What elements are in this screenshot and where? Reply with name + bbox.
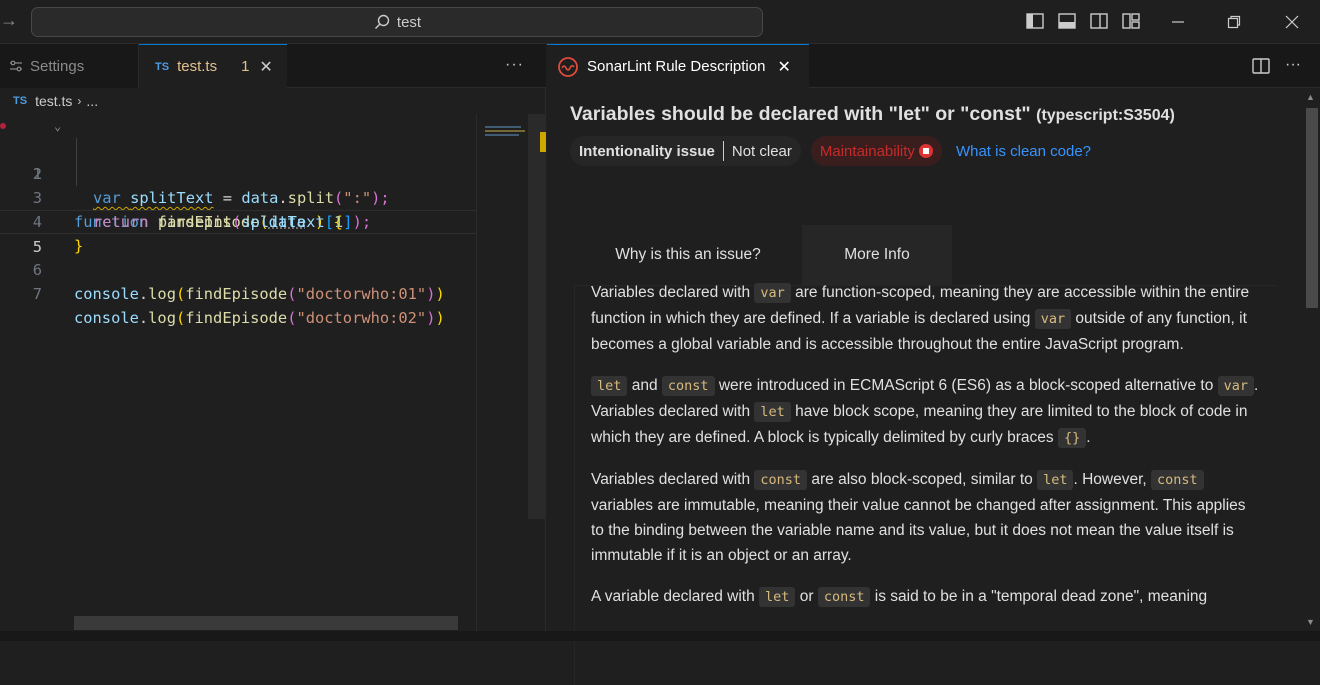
toggle-secondary-sidebar-icon[interactable]: [1089, 11, 1109, 31]
code-editor[interactable]: 1 ⌄ function findEpisode(data ) { 2 var …: [0, 114, 476, 327]
close-tab-icon[interactable]: ✕: [259, 57, 272, 77]
impact-label: Maintainability: [819, 142, 915, 160]
more-actions-icon[interactable]: ···: [1285, 56, 1301, 74]
minimap-line: [485, 134, 519, 136]
code-text: console.log(findEpisode("doctorwho:01")): [74, 285, 445, 303]
high-severity-icon: [918, 144, 933, 158]
rule-title: Variables should be declared with "let" …: [570, 103, 1175, 126]
search-text: test: [396, 13, 422, 31]
rule-title-text: Variables should be declared with "let" …: [570, 103, 1031, 125]
settings-sliders-icon: [10, 60, 22, 72]
tab-label: test.ts: [177, 58, 218, 75]
scroll-up-icon[interactable]: ▲: [1306, 92, 1315, 102]
code-line: 7 console.log(findEpisode("doctorwho:02"…: [0, 258, 476, 327]
line-number: 7: [32, 285, 42, 303]
tab-more-info[interactable]: More Info: [802, 225, 952, 285]
panel-vertical-scrollbar[interactable]: ▲ ▼: [1303, 88, 1320, 641]
paragraph: Variables declared with var are function…: [591, 283, 1250, 353]
minimap[interactable]: [476, 114, 536, 641]
breadcrumb-symbol[interactable]: ...: [86, 93, 98, 109]
title-bar: → test: [0, 0, 1320, 44]
split-editor-icon[interactable]: [1251, 56, 1271, 76]
status-bar: [0, 631, 1320, 641]
minimap-line: [485, 130, 525, 132]
close-icon: [1285, 15, 1299, 29]
clean-code-link[interactable]: What is clean code?: [956, 143, 1091, 160]
breakpoint-icon[interactable]: [0, 123, 6, 129]
rule-key: (typescript:S3504): [1036, 107, 1175, 124]
chevron-down-icon[interactable]: ⌄: [54, 114, 61, 138]
chevron-right-icon: ›: [77, 94, 82, 108]
panel-tabs: SonarLint Rule Description ✕ ···: [547, 44, 1320, 88]
editor-group: Settings TS test.ts 1 ✕ ··· TS test.ts ›…: [0, 44, 546, 641]
rule-attributes: Intentionality issue Not clear Maintaina…: [570, 136, 1091, 166]
paragraph: A variable declared with let or const is…: [591, 587, 1208, 607]
tab-label: Settings: [30, 57, 85, 75]
problem-count-badge: 1: [241, 58, 250, 75]
search-icon: [374, 14, 390, 29]
tab-why-is-this-an-issue[interactable]: Why is this an issue?: [574, 225, 802, 285]
tab-test-ts[interactable]: TS test.ts 1 ✕: [139, 44, 287, 88]
layout-controls: [1025, 11, 1141, 31]
scrollbar-warning-marker: [540, 132, 546, 152]
minimap-line: [485, 126, 521, 128]
toggle-panel-icon[interactable]: [1057, 11, 1077, 31]
paragraph: Variables declared with const are also b…: [591, 470, 1246, 564]
paragraph: let and const were introduced in ECMAScr…: [591, 376, 1259, 448]
breadcrumb-file[interactable]: test.ts: [35, 93, 72, 109]
minimize-icon: [1172, 21, 1184, 23]
attribute-value: Not clear: [731, 142, 792, 160]
sonarlint-rule-panel: SonarLint Rule Description ✕ ··· Variabl…: [547, 44, 1320, 685]
code-line-current: 5: [0, 210, 476, 256]
editor-horizontal-scrollbar[interactable]: [74, 616, 458, 630]
code-text: console.log(findEpisode("doctorwho:02")): [74, 309, 445, 327]
tab-settings[interactable]: Settings: [0, 44, 139, 88]
code-line: 6 console.log(findEpisode("doctorwho:01"…: [0, 234, 476, 303]
rule-description-content: Variables declared with var are function…: [591, 280, 1259, 626]
attribute-category: Intentionality issue: [579, 142, 715, 160]
close-window-button[interactable]: [1280, 10, 1304, 34]
scrollbar-thumb[interactable]: [1306, 108, 1318, 308]
breadcrumb: TS test.ts › ...: [13, 93, 98, 109]
scroll-down-icon[interactable]: ▼: [1306, 617, 1315, 627]
toggle-primary-sidebar-icon[interactable]: [1025, 11, 1045, 31]
minimize-button[interactable]: [1166, 10, 1190, 34]
clean-code-attribute-badge: Intentionality issue Not clear: [570, 136, 801, 166]
sonarlint-icon: [558, 56, 578, 77]
typescript-icon: TS: [13, 95, 28, 107]
editor-vertical-scrollbar[interactable]: [528, 114, 546, 519]
more-actions-icon[interactable]: ···: [505, 56, 524, 74]
command-center-search[interactable]: test: [31, 7, 763, 37]
code-line: 1 ⌄ function findEpisode(data ) {: [0, 114, 476, 231]
impact-badge: Maintainability: [810, 136, 942, 166]
rule-section-tabs: Why is this an issue? More Info: [574, 225, 952, 285]
divider: [722, 141, 724, 161]
editor-tabs: Settings TS test.ts 1 ✕ ···: [0, 44, 546, 88]
customize-layout-icon[interactable]: [1121, 11, 1141, 31]
forward-arrow-icon[interactable]: →: [0, 10, 18, 31]
typescript-icon: TS: [155, 60, 170, 73]
code-line: 3 return parseInt(splitText[1]);: [0, 162, 476, 231]
restore-icon: [1227, 15, 1241, 29]
code-line: 2 var splitText = data.split(":");: [0, 138, 476, 207]
restore-button[interactable]: [1222, 10, 1246, 34]
close-tab-icon[interactable]: ✕: [777, 57, 790, 77]
tab-sonarlint-rule-description[interactable]: SonarLint Rule Description ✕: [547, 44, 809, 88]
tab-label: SonarLint Rule Description: [587, 58, 766, 75]
code-line: 4 }: [0, 186, 476, 255]
